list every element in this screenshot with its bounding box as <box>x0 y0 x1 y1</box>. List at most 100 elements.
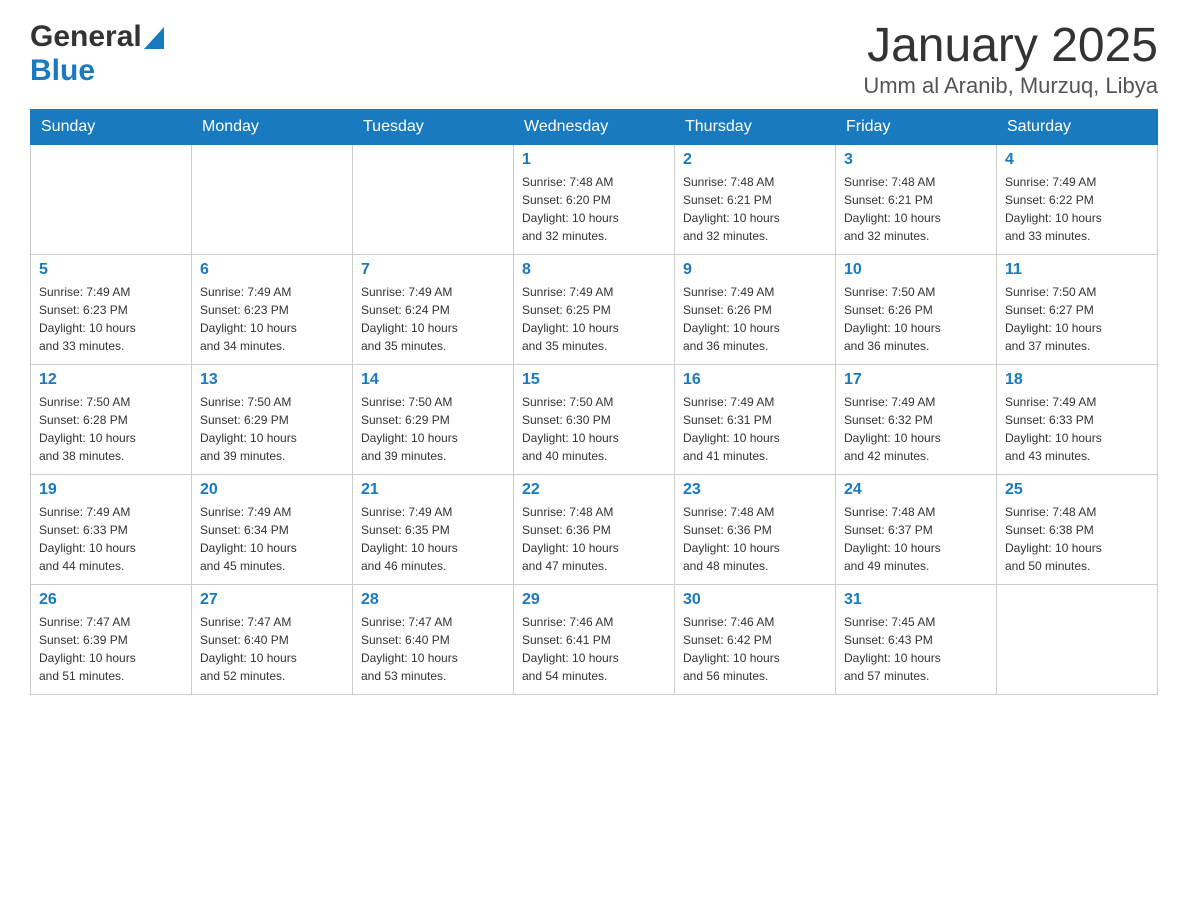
day-number: 12 <box>39 371 183 389</box>
day-info: Sunrise: 7:50 AMSunset: 6:26 PMDaylight:… <box>844 283 988 355</box>
day-info: Sunrise: 7:49 AMSunset: 6:34 PMDaylight:… <box>200 503 344 575</box>
calendar-day-cell: 28 Sunrise: 7:47 AMSunset: 6:40 PMDayligh… <box>353 584 514 694</box>
calendar-day-cell: 6 Sunrise: 7:49 AMSunset: 6:23 PMDaylight… <box>192 254 353 364</box>
day-info: Sunrise: 7:49 AMSunset: 6:33 PMDaylight:… <box>39 503 183 575</box>
calendar-day-cell: 3Sunrise: 7:48 AMSunset: 6:21 PMDaylight… <box>836 144 997 254</box>
day-info: Sunrise: 7:48 AMSunset: 6:21 PMDaylight:… <box>683 173 827 245</box>
calendar-day-cell: 2 Sunrise: 7:48 AMSunset: 6:21 PMDaylight… <box>675 144 836 254</box>
calendar-day-cell: 16 Sunrise: 7:49 AMSunset: 6:31 PMDayligh… <box>675 364 836 474</box>
calendar-day-cell: 26 Sunrise: 7:47 AMSunset: 6:39 PMDayligh… <box>31 584 192 694</box>
day-info: Sunrise: 7:48 AMSunset: 6:36 PMDaylight:… <box>522 503 666 575</box>
day-info: Sunrise: 7:48 AMSunset: 6:37 PMDaylight:… <box>844 503 988 575</box>
calendar-day-cell: 5 Sunrise: 7:49 AMSunset: 6:23 PMDaylight… <box>31 254 192 364</box>
day-info: Sunrise: 7:47 AMSunset: 6:40 PMDaylight:… <box>200 613 344 685</box>
day-info: Sunrise: 7:48 AMSunset: 6:20 PMDaylight:… <box>522 173 666 245</box>
day-number: 24 <box>844 481 988 499</box>
day-info: Sunrise: 7:49 AMSunset: 6:35 PMDaylight:… <box>361 503 505 575</box>
calendar-day-cell <box>997 584 1158 694</box>
calendar-day-cell: 10Sunrise: 7:50 AMSunset: 6:26 PMDayligh… <box>836 254 997 364</box>
calendar-day-header: Wednesday <box>514 109 675 144</box>
day-number: 14 <box>361 371 505 389</box>
day-number: 21 <box>361 481 505 499</box>
calendar-week-row: 12Sunrise: 7:50 AMSunset: 6:28 PMDayligh… <box>31 364 1158 474</box>
calendar-day-header: Friday <box>836 109 997 144</box>
day-info: Sunrise: 7:49 AMSunset: 6:31 PMDaylight:… <box>683 393 827 465</box>
calendar-day-cell: 24 Sunrise: 7:48 AMSunset: 6:37 PMDayligh… <box>836 474 997 584</box>
day-number: 3 <box>844 151 988 169</box>
logo-blue-text: Blue <box>30 54 95 87</box>
day-number: 26 <box>39 591 183 609</box>
calendar-week-row: 26 Sunrise: 7:47 AMSunset: 6:39 PMDayligh… <box>31 584 1158 694</box>
calendar-day-cell: 4 Sunrise: 7:49 AMSunset: 6:22 PMDaylight… <box>997 144 1158 254</box>
calendar-day-cell: 9Sunrise: 7:49 AMSunset: 6:26 PMDaylight… <box>675 254 836 364</box>
day-number: 25 <box>1005 481 1149 499</box>
day-info: Sunrise: 7:50 AMSunset: 6:29 PMDaylight:… <box>200 393 344 465</box>
day-info: Sunrise: 7:49 AMSunset: 6:33 PMDaylight:… <box>1005 393 1149 465</box>
day-info: Sunrise: 7:47 AMSunset: 6:40 PMDaylight:… <box>361 613 505 685</box>
calendar-day-header: Sunday <box>31 109 192 144</box>
day-info: Sunrise: 7:49 AMSunset: 6:23 PMDaylight:… <box>200 283 344 355</box>
calendar-header-row: SundayMondayTuesdayWednesdayThursdayFrid… <box>31 109 1158 144</box>
day-number: 23 <box>683 481 827 499</box>
day-number: 15 <box>522 371 666 389</box>
calendar-day-cell: 19 Sunrise: 7:49 AMSunset: 6:33 PMDayligh… <box>31 474 192 584</box>
calendar-day-cell: 13Sunrise: 7:50 AMSunset: 6:29 PMDayligh… <box>192 364 353 474</box>
calendar-day-cell <box>192 144 353 254</box>
calendar-day-cell: 30 Sunrise: 7:46 AMSunset: 6:42 PMDayligh… <box>675 584 836 694</box>
day-info: Sunrise: 7:49 AMSunset: 6:23 PMDaylight:… <box>39 283 183 355</box>
day-number: 6 <box>200 261 344 279</box>
calendar-day-cell <box>31 144 192 254</box>
day-info: Sunrise: 7:50 AMSunset: 6:30 PMDaylight:… <box>522 393 666 465</box>
day-info: Sunrise: 7:46 AMSunset: 6:42 PMDaylight:… <box>683 613 827 685</box>
day-info: Sunrise: 7:49 AMSunset: 6:25 PMDaylight:… <box>522 283 666 355</box>
day-number: 28 <box>361 591 505 609</box>
day-info: Sunrise: 7:48 AMSunset: 6:38 PMDaylight:… <box>1005 503 1149 575</box>
day-info: Sunrise: 7:47 AMSunset: 6:39 PMDaylight:… <box>39 613 183 685</box>
day-number: 22 <box>522 481 666 499</box>
day-number: 17 <box>844 371 988 389</box>
calendar-week-row: 1Sunrise: 7:48 AMSunset: 6:20 PMDaylight… <box>31 144 1158 254</box>
calendar-day-cell: 8Sunrise: 7:49 AMSunset: 6:25 PMDaylight… <box>514 254 675 364</box>
day-number: 16 <box>683 371 827 389</box>
day-info: Sunrise: 7:49 AMSunset: 6:26 PMDaylight:… <box>683 283 827 355</box>
day-number: 30 <box>683 591 827 609</box>
logo: General Blue <box>30 20 164 88</box>
calendar-week-row: 19 Sunrise: 7:49 AMSunset: 6:33 PMDayligh… <box>31 474 1158 584</box>
calendar-table: SundayMondayTuesdayWednesdayThursdayFrid… <box>30 109 1158 695</box>
location-title: Umm al Aranib, Murzuq, Libya <box>863 73 1158 99</box>
month-title: January 2025 <box>863 20 1158 73</box>
calendar-day-cell: 11 Sunrise: 7:50 AMSunset: 6:27 PMDayligh… <box>997 254 1158 364</box>
day-info: Sunrise: 7:49 AMSunset: 6:22 PMDaylight:… <box>1005 173 1149 245</box>
day-info: Sunrise: 7:49 AMSunset: 6:24 PMDaylight:… <box>361 283 505 355</box>
day-info: Sunrise: 7:46 AMSunset: 6:41 PMDaylight:… <box>522 613 666 685</box>
day-number: 18 <box>1005 371 1149 389</box>
day-number: 11 <box>1005 261 1149 279</box>
day-info: Sunrise: 7:48 AMSunset: 6:36 PMDaylight:… <box>683 503 827 575</box>
day-number: 7 <box>361 261 505 279</box>
logo-triangle-icon <box>144 27 164 49</box>
calendar-day-cell: 25 Sunrise: 7:48 AMSunset: 6:38 PMDayligh… <box>997 474 1158 584</box>
calendar-week-row: 5 Sunrise: 7:49 AMSunset: 6:23 PMDaylight… <box>31 254 1158 364</box>
calendar-day-cell: 14Sunrise: 7:50 AMSunset: 6:29 PMDayligh… <box>353 364 514 474</box>
calendar-day-header: Tuesday <box>353 109 514 144</box>
day-number: 4 <box>1005 151 1149 169</box>
title-section: January 2025 Umm al Aranib, Murzuq, Liby… <box>863 20 1158 99</box>
day-number: 2 <box>683 151 827 169</box>
calendar-day-cell: 27Sunrise: 7:47 AMSunset: 6:40 PMDayligh… <box>192 584 353 694</box>
day-number: 19 <box>39 481 183 499</box>
day-number: 5 <box>39 261 183 279</box>
calendar-day-cell: 15 Sunrise: 7:50 AMSunset: 6:30 PMDayligh… <box>514 364 675 474</box>
calendar-day-cell: 23 Sunrise: 7:48 AMSunset: 6:36 PMDayligh… <box>675 474 836 584</box>
day-info: Sunrise: 7:49 AMSunset: 6:32 PMDaylight:… <box>844 393 988 465</box>
logo-general-text: General <box>30 20 142 54</box>
day-number: 29 <box>522 591 666 609</box>
calendar-day-cell: 22 Sunrise: 7:48 AMSunset: 6:36 PMDayligh… <box>514 474 675 584</box>
calendar-day-cell: 21 Sunrise: 7:49 AMSunset: 6:35 PMDayligh… <box>353 474 514 584</box>
day-info: Sunrise: 7:50 AMSunset: 6:27 PMDaylight:… <box>1005 283 1149 355</box>
calendar-day-header: Thursday <box>675 109 836 144</box>
page-header: General Blue January 2025 Umm al Aranib,… <box>30 20 1158 99</box>
calendar-day-cell: 18 Sunrise: 7:49 AMSunset: 6:33 PMDayligh… <box>997 364 1158 474</box>
calendar-day-header: Saturday <box>997 109 1158 144</box>
calendar-day-header: Monday <box>192 109 353 144</box>
calendar-day-cell: 7 Sunrise: 7:49 AMSunset: 6:24 PMDaylight… <box>353 254 514 364</box>
